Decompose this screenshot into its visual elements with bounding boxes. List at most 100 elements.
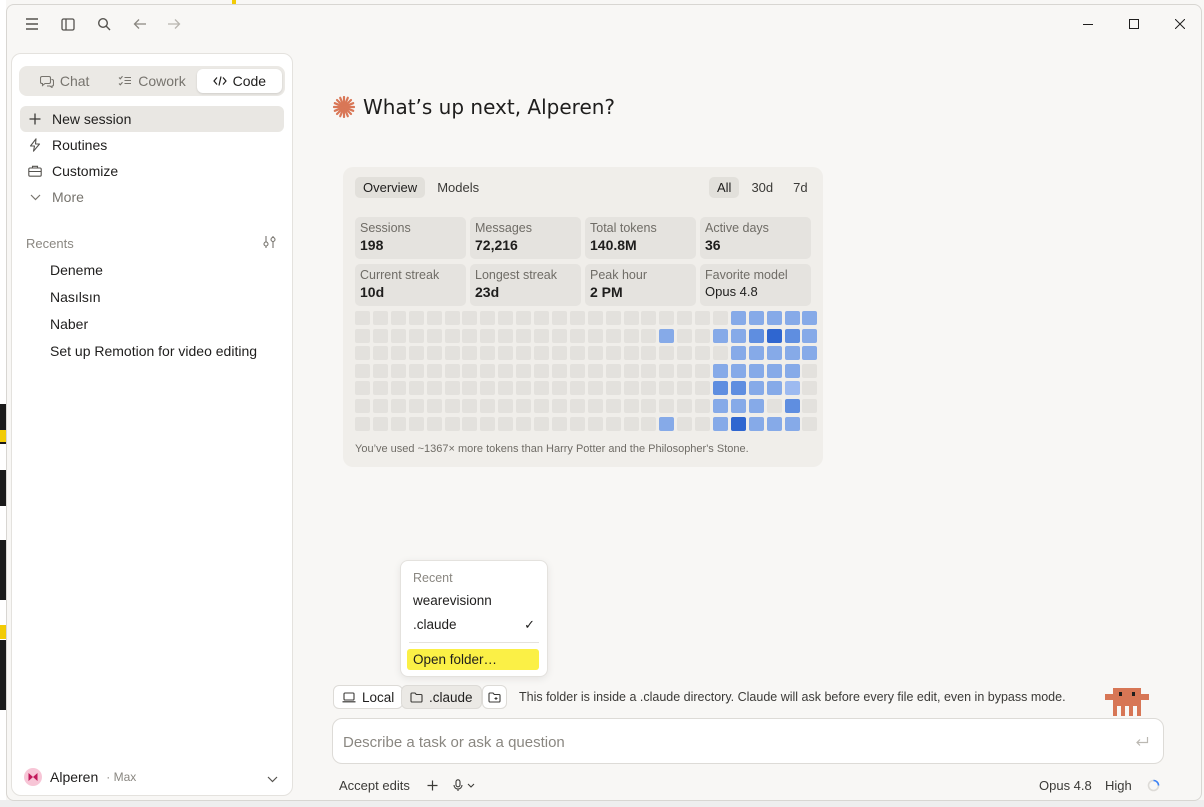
heatmap-cell — [749, 417, 764, 431]
heatmap-cell — [373, 346, 388, 360]
heatmap-cell — [445, 311, 460, 325]
pixel-mascot-icon — [1105, 688, 1149, 716]
tab-models[interactable]: Models — [429, 177, 487, 198]
accept-edits-button[interactable]: Accept edits — [339, 775, 410, 795]
heatmap-cell — [641, 346, 656, 360]
chevron-down-icon — [467, 783, 475, 788]
model-selector[interactable]: Opus 4.8 — [1039, 775, 1092, 795]
heatmap-cell — [659, 381, 674, 395]
heatmap-cell — [516, 346, 531, 360]
stat-label: Peak hour — [590, 268, 647, 282]
user-account-menu[interactable]: Alperen · Max — [20, 764, 284, 790]
sidebar-item-routines[interactable]: Routines — [20, 132, 284, 158]
folder-plus-icon — [488, 691, 501, 703]
heatmap-cell — [606, 311, 621, 325]
folder-option-wearevisionn[interactable]: wearevisionn — [413, 593, 492, 608]
minimize-button[interactable] — [1065, 11, 1111, 37]
heatmap-cell — [713, 346, 728, 360]
voice-input-button[interactable] — [453, 775, 475, 795]
new-session-button[interactable]: New session — [20, 106, 284, 132]
recents-heading: Recents — [26, 236, 74, 251]
heatmap-cell — [677, 399, 692, 413]
heatmap-cell — [588, 329, 603, 343]
heatmap-cell — [731, 329, 746, 343]
stat-label: Sessions — [360, 221, 411, 235]
heatmap-cell — [659, 311, 674, 325]
heatmap-cell — [624, 417, 639, 431]
heatmap-cell — [588, 364, 603, 378]
heatmap-cell — [749, 381, 764, 395]
sidebar-item-customize[interactable]: Customize — [20, 158, 284, 184]
stat-value: 10d — [360, 284, 385, 300]
recent-session-item[interactable]: Deneme — [50, 262, 103, 278]
heatmap-cell — [373, 311, 388, 325]
usage-footnote: You’ve used ~1367× more tokens than Harr… — [355, 443, 749, 455]
heatmap-cell — [713, 364, 728, 378]
heatmap-cell — [731, 417, 746, 431]
recent-session-item[interactable]: Naber — [50, 316, 88, 332]
mode-tab-cowork[interactable]: Cowork — [109, 69, 194, 93]
range-30d[interactable]: 30d — [743, 177, 781, 198]
recent-session-item[interactable]: Nasılsın — [50, 289, 101, 305]
stat-value: 23d — [475, 284, 500, 300]
heatmap-cell — [480, 364, 495, 378]
heatmap-cell — [498, 364, 513, 378]
heatmap-cell — [749, 364, 764, 378]
heatmap-cell — [462, 417, 477, 431]
heatmap-cell — [409, 346, 424, 360]
effort-selector[interactable]: High — [1105, 775, 1132, 795]
range-7d[interactable]: 7d — [785, 177, 815, 198]
sidebar-item-more[interactable]: More — [20, 184, 284, 210]
heatmap-cell — [749, 399, 764, 413]
back-arrow-icon[interactable] — [129, 13, 151, 35]
folder-icon — [410, 691, 423, 703]
open-folder-button[interactable]: Open folder… — [413, 652, 497, 667]
stat-label: Favorite model — [705, 268, 788, 282]
heatmap-cell — [462, 364, 477, 378]
send-return-icon[interactable] — [1135, 734, 1149, 750]
folder-option-claude[interactable]: .claude — [413, 617, 457, 632]
heatmap-cell — [462, 381, 477, 395]
heatmap-cell — [355, 311, 370, 325]
avatar — [24, 768, 42, 786]
heatmap-cell — [552, 399, 567, 413]
heatmap-cell — [516, 364, 531, 378]
heatmap-cell — [802, 311, 817, 325]
stat-label: Messages — [475, 221, 532, 235]
environment-label: Local — [362, 689, 395, 705]
search-icon[interactable] — [93, 13, 115, 35]
heatmap-cell — [373, 364, 388, 378]
recent-session-item[interactable]: Set up Remotion for video editing — [50, 343, 257, 359]
heatmap-cell — [427, 399, 442, 413]
heatmap-cell — [677, 364, 692, 378]
heatmap-cell — [409, 381, 424, 395]
heatmap-cell — [606, 399, 621, 413]
stat-value: 198 — [360, 237, 384, 253]
heatmap-cell — [427, 417, 442, 431]
forward-arrow-icon[interactable] — [163, 13, 185, 35]
mode-tab-code[interactable]: Code — [196, 69, 282, 93]
prompt-input[interactable] — [343, 731, 1103, 753]
heatmap-cell — [785, 381, 800, 395]
range-all[interactable]: All — [709, 177, 740, 198]
mode-tab-code-label: Code — [232, 73, 267, 89]
close-button[interactable] — [1157, 11, 1201, 37]
add-folder-button[interactable] — [482, 685, 507, 709]
heatmap-cell — [552, 417, 567, 431]
mode-tab-chat[interactable]: Chat — [22, 69, 107, 93]
sidebar-toggle-icon[interactable] — [57, 13, 79, 35]
environment-chip[interactable]: Local — [333, 685, 404, 709]
folder-chip[interactable]: .claude — [401, 685, 482, 709]
heatmap-cell — [802, 399, 817, 413]
maximize-button[interactable] — [1111, 11, 1157, 37]
model-label: Opus 4.8 — [1039, 777, 1092, 793]
hamburger-menu-icon[interactable] — [21, 13, 43, 35]
heatmap-cell — [445, 346, 460, 360]
microphone-icon — [453, 778, 463, 791]
usage-stats-card: Overview Models All 30d 7d Sessions 198 … — [343, 167, 823, 467]
filter-sliders-icon[interactable] — [262, 235, 278, 251]
heatmap-cell — [355, 417, 370, 431]
heatmap-cell — [731, 399, 746, 413]
tab-overview[interactable]: Overview — [355, 177, 426, 198]
add-attachment-button[interactable] — [427, 775, 438, 795]
